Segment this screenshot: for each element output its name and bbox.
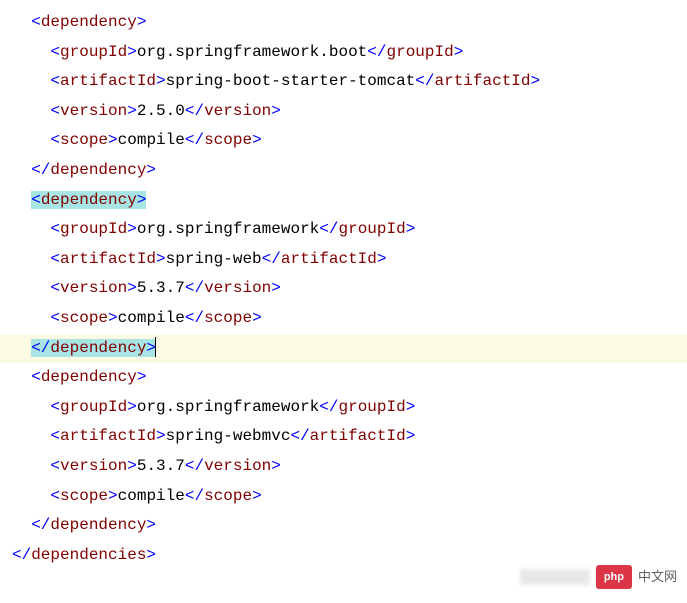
watermark: php 中文网 [520,565,677,589]
code-line: <dependency> [0,186,687,216]
code-line: <scope>compile</scope> [0,482,687,512]
code-line: <groupId>org.springframework.boot</group… [0,38,687,68]
code-line: <artifactId>spring-web</artifactId> [0,245,687,275]
code-line: <dependency> [0,363,687,393]
xml-code-block: <dependency> <groupId>org.springframewor… [0,8,687,570]
code-line: <scope>compile</scope> [0,304,687,334]
code-line: <artifactId>spring-webmvc</artifactId> [0,422,687,452]
watermark-blur [520,569,590,585]
code-line: <version>2.5.0</version> [0,97,687,127]
code-line: <dependency> [0,8,687,38]
code-line: <groupId>org.springframework</groupId> [0,215,687,245]
code-line: <artifactId>spring-boot-starter-tomcat</… [0,67,687,97]
code-line: <version>5.3.7</version> [0,274,687,304]
code-line: </dependency> [0,156,687,186]
watermark-text: 中文网 [638,565,677,589]
code-line: <groupId>org.springframework</groupId> [0,393,687,423]
code-line: </dependency> [0,334,687,364]
watermark-badge: php [596,565,632,589]
code-line: </dependency> [0,511,687,541]
code-line: <version>5.3.7</version> [0,452,687,482]
code-line: <scope>compile</scope> [0,126,687,156]
